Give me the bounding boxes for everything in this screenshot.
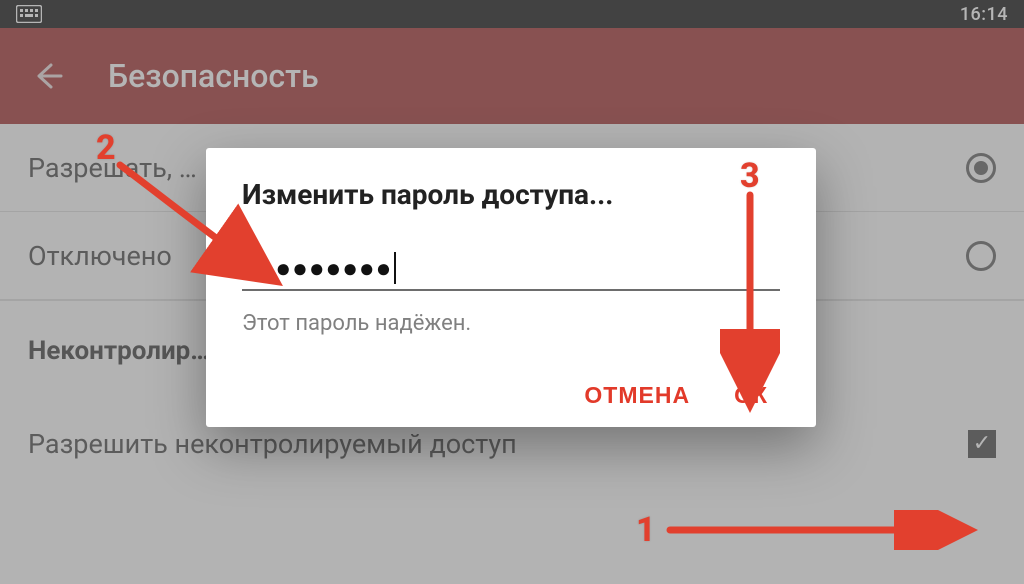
text-caret (394, 252, 396, 284)
password-hint: Этот пароль надёжен. (242, 311, 780, 336)
cancel-button[interactable]: ОТМЕНА (584, 382, 690, 409)
screen: 16:14 Безопасность Разрешать, … Отключен… (0, 0, 1024, 584)
dialog-actions: ОТМЕНА ОК (242, 382, 780, 409)
password-value: ●●●●●●●●● (242, 253, 392, 284)
password-input[interactable]: ●●●●●●●●● (242, 247, 780, 291)
change-password-dialog: Изменить пароль доступа... ●●●●●●●●● Это… (206, 148, 816, 427)
dialog-title: Изменить пароль доступа... (242, 178, 780, 211)
ok-button[interactable]: ОК (734, 382, 768, 409)
